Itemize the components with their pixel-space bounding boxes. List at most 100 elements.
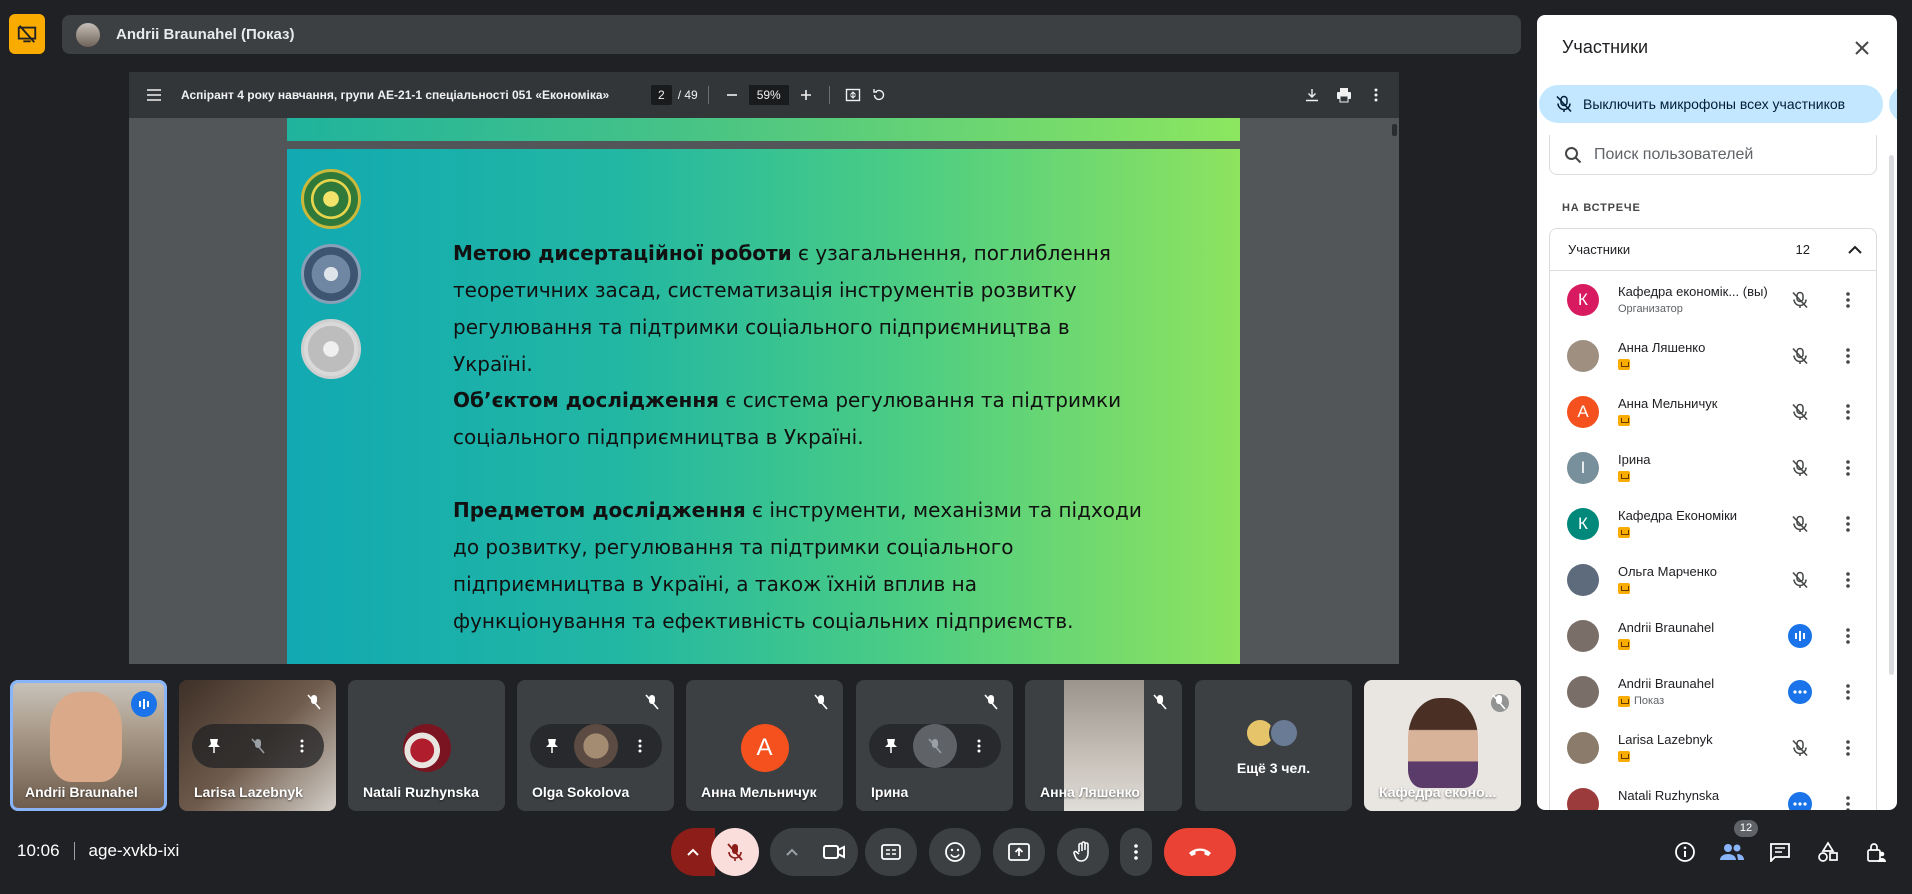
meeting-details-button[interactable] bbox=[1671, 838, 1699, 866]
more-vert-icon[interactable] bbox=[1836, 288, 1860, 312]
pin-icon[interactable] bbox=[202, 734, 226, 758]
participant-row[interactable]: А Анна Мельничук bbox=[1550, 384, 1876, 440]
chat-button[interactable] bbox=[1766, 838, 1794, 866]
pdf-scrollbar[interactable] bbox=[1392, 124, 1397, 136]
more-vert-icon[interactable] bbox=[628, 734, 652, 758]
more-vert-icon[interactable] bbox=[1836, 624, 1860, 648]
mic-off-icon[interactable] bbox=[1788, 344, 1812, 368]
page-gap bbox=[287, 141, 1240, 149]
close-panel-button[interactable] bbox=[1849, 35, 1875, 61]
next-action-button[interactable] bbox=[1889, 85, 1897, 123]
participant-row[interactable]: Ольга Марченко bbox=[1550, 552, 1876, 608]
participant-row[interactable]: Andrii Braunahel bbox=[1550, 608, 1876, 664]
download-icon[interactable] bbox=[1299, 82, 1325, 108]
more-vert-icon[interactable] bbox=[290, 734, 314, 758]
participant-row[interactable]: Larisa Lazebnyk bbox=[1550, 720, 1876, 776]
rotate-icon[interactable] bbox=[866, 82, 892, 108]
mic-control bbox=[671, 828, 759, 876]
people-button[interactable] bbox=[1718, 838, 1746, 866]
participant-subtitle bbox=[1618, 639, 1634, 650]
people-icon bbox=[1720, 844, 1744, 860]
mic-off-icon bbox=[813, 694, 831, 712]
participant-row[interactable]: К Кафедра Економіки bbox=[1550, 496, 1876, 552]
reactions-button[interactable] bbox=[929, 828, 981, 876]
mic-off-icon[interactable] bbox=[1788, 288, 1812, 312]
more-vert-icon[interactable] bbox=[967, 734, 991, 758]
speaking-indicator-icon[interactable] bbox=[1788, 624, 1812, 648]
more-horiz-icon[interactable] bbox=[1788, 680, 1812, 704]
more-vert-icon[interactable] bbox=[1836, 680, 1860, 704]
speaking-indicator-icon bbox=[131, 691, 157, 717]
more-vert-icon[interactable] bbox=[1836, 400, 1860, 424]
participant-tile[interactable]: Анна Ляшенко bbox=[1025, 680, 1182, 811]
activities-button[interactable] bbox=[1814, 838, 1842, 866]
page-number-input[interactable]: 2 bbox=[651, 85, 672, 105]
tile-name: Olga Sokolova bbox=[532, 784, 630, 800]
more-vert-icon[interactable] bbox=[1836, 512, 1860, 536]
group-header[interactable]: Участники 12 bbox=[1550, 229, 1876, 271]
more-options-button[interactable] bbox=[1120, 828, 1152, 876]
more-vert-icon[interactable] bbox=[1836, 736, 1860, 760]
toolbar-divider bbox=[828, 86, 830, 104]
more-vert-icon[interactable] bbox=[1836, 792, 1860, 810]
host-controls-button[interactable] bbox=[1862, 838, 1890, 866]
close-icon bbox=[1855, 41, 1869, 55]
mic-off-icon[interactable] bbox=[1788, 736, 1812, 760]
mic-off-icon[interactable] bbox=[912, 724, 957, 768]
participant-row[interactable]: Анна Ляшенко bbox=[1550, 328, 1876, 384]
activities-icon bbox=[1818, 841, 1838, 862]
camera-toggle-button[interactable] bbox=[810, 828, 858, 876]
participant-tile[interactable]: Olga Sokolova bbox=[517, 680, 674, 811]
participant-row[interactable]: Natali Ruzhynska bbox=[1550, 776, 1876, 810]
leave-call-button[interactable] bbox=[1164, 828, 1236, 876]
chevron-up-icon[interactable] bbox=[1848, 245, 1862, 254]
mic-off-icon[interactable] bbox=[1788, 512, 1812, 536]
more-vert-icon[interactable] bbox=[1363, 82, 1389, 108]
participant-tile[interactable]: Ірина bbox=[856, 680, 1013, 811]
zoom-in-icon[interactable] bbox=[793, 82, 819, 108]
participant-row[interactable]: К Кафедра економік... (вы) Организатор bbox=[1550, 272, 1876, 328]
participant-tile[interactable]: Andrii Braunahel bbox=[10, 680, 167, 811]
participant-tile[interactable]: А Анна Мельничук bbox=[686, 680, 843, 811]
presenting-badge[interactable] bbox=[9, 14, 45, 54]
mic-off-icon[interactable] bbox=[1788, 456, 1812, 480]
fit-page-icon[interactable] bbox=[840, 82, 866, 108]
more-vert-icon[interactable] bbox=[1836, 456, 1860, 480]
zoom-out-icon[interactable] bbox=[719, 82, 745, 108]
presenting-icon bbox=[1618, 415, 1630, 426]
mic-options-button[interactable] bbox=[671, 828, 715, 876]
pdf-title: Аспірант 4 року навчання, групи АЕ-21-1 … bbox=[181, 88, 610, 102]
tile-name: Анна Ляшенко bbox=[1040, 784, 1140, 800]
presenting-icon bbox=[1618, 695, 1630, 707]
participant-tile[interactable]: Кафедра еконо... bbox=[1364, 680, 1521, 811]
captions-button[interactable] bbox=[865, 828, 917, 876]
more-vert-icon[interactable] bbox=[1836, 568, 1860, 592]
participant-row[interactable]: І Ірина bbox=[1550, 440, 1876, 496]
mute-all-button[interactable]: Выключить микрофоны всех участников bbox=[1539, 85, 1883, 123]
pin-icon[interactable] bbox=[540, 734, 564, 758]
mic-off-icon[interactable] bbox=[1788, 400, 1812, 424]
presenting-icon bbox=[1618, 359, 1630, 370]
participant-role: Показ bbox=[1634, 695, 1665, 707]
more-horiz-icon[interactable] bbox=[1788, 792, 1812, 810]
participant-name: Кафедра економік... (вы) bbox=[1618, 284, 1768, 299]
search-input[interactable]: Поиск пользователей bbox=[1549, 135, 1877, 175]
participant-tile[interactable]: Natali Ruzhynska bbox=[348, 680, 505, 811]
participant-tile[interactable]: Larisa Lazebnyk bbox=[179, 680, 336, 811]
presenter-bar: Andrii Braunahel (Показ) bbox=[62, 15, 1521, 54]
mic-toggle-button[interactable] bbox=[711, 828, 759, 876]
more-vert-icon[interactable] bbox=[1836, 344, 1860, 368]
videocam-icon bbox=[823, 845, 845, 859]
raise-hand-button[interactable] bbox=[1057, 828, 1109, 876]
mic-off-icon[interactable] bbox=[1788, 568, 1812, 592]
print-icon[interactable] bbox=[1331, 82, 1357, 108]
pin-icon[interactable] bbox=[879, 734, 903, 758]
menu-icon[interactable] bbox=[141, 82, 167, 108]
camera-options-button[interactable] bbox=[770, 828, 814, 876]
panel-scrollbar[interactable] bbox=[1889, 155, 1894, 675]
present-now-button[interactable] bbox=[993, 828, 1045, 876]
more-participants-tile[interactable]: Ещё 3 чел. bbox=[1195, 680, 1352, 811]
participant-row[interactable]: Andrii Braunahel Показ bbox=[1550, 664, 1876, 720]
zoom-input[interactable]: 59% bbox=[748, 85, 789, 105]
mic-off-icon[interactable] bbox=[246, 734, 270, 758]
